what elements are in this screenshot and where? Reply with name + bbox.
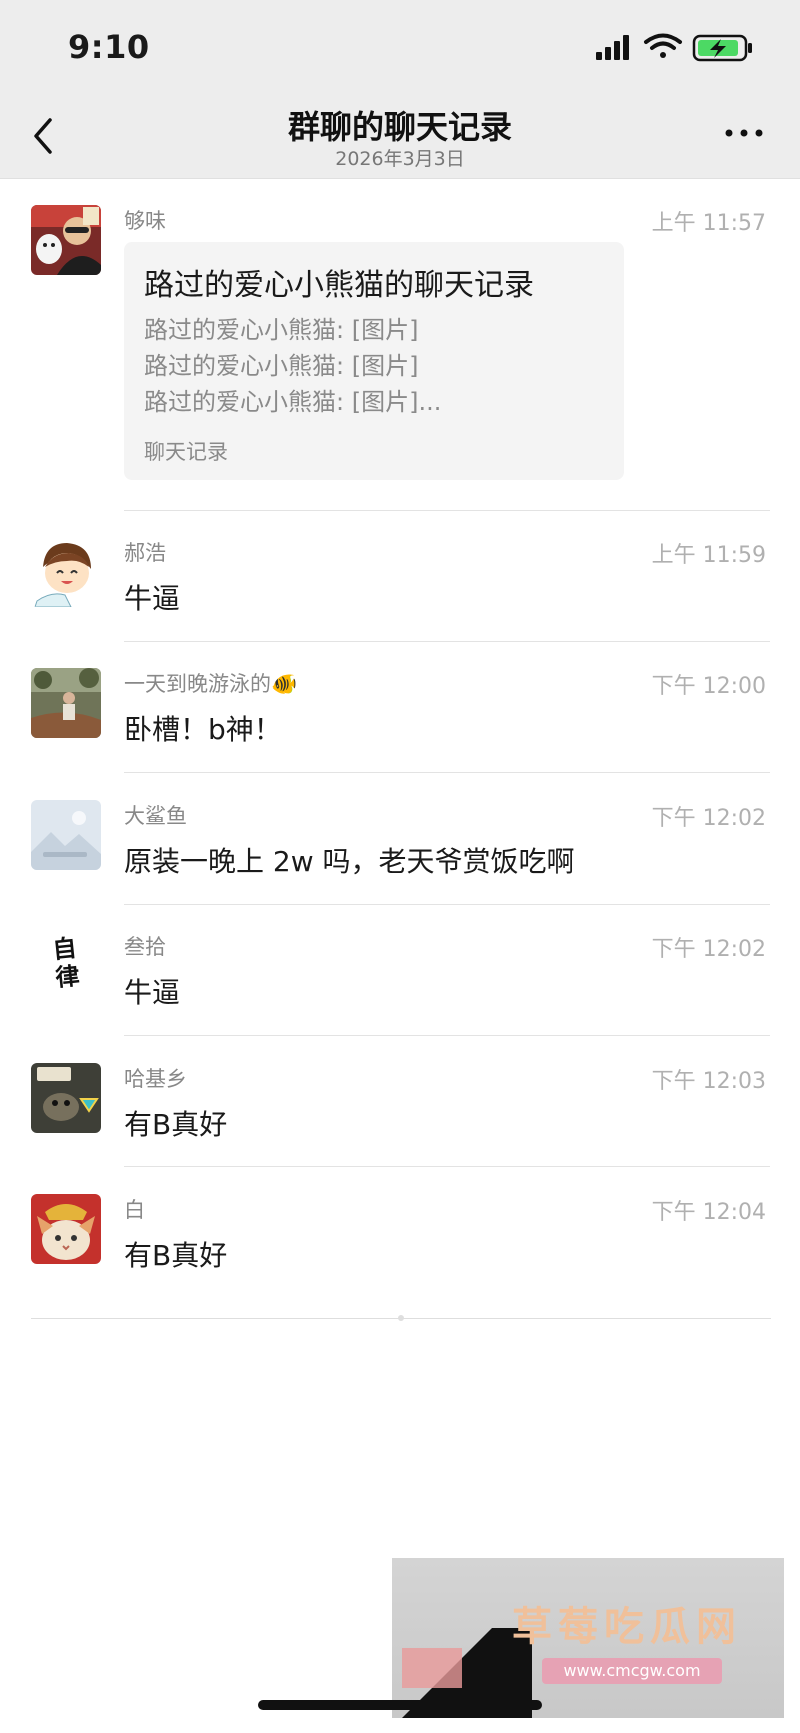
status-bar: 9:10 xyxy=(0,0,800,96)
cellular-signal-icon xyxy=(596,35,629,60)
avatar-calligraphy: 自律 xyxy=(51,932,81,993)
sender-name: 大鲨鱼 xyxy=(124,804,187,828)
divider xyxy=(124,1166,770,1167)
message-time: 下午 12:02 xyxy=(651,806,766,831)
message-time: 下午 12:04 xyxy=(651,1200,766,1225)
avatar[interactable]: 自律 xyxy=(31,931,101,1001)
nav-bar: 群聊的聊天记录 2026年3月3日 xyxy=(0,96,800,179)
sender-name: 郝浩 xyxy=(124,541,166,565)
avatar[interactable] xyxy=(31,1063,101,1133)
avatar[interactable] xyxy=(31,668,101,738)
divider xyxy=(124,904,770,905)
chat-record-line: 路过的爱心小熊猫: [图片] xyxy=(144,316,419,344)
wifi-icon xyxy=(644,33,682,58)
avatar[interactable] xyxy=(31,205,101,275)
sender-name: 够味 xyxy=(124,209,166,233)
chat-record-line: 路过的爱心小熊猫: [图片] xyxy=(144,352,419,380)
sender-name: 哈基乡 xyxy=(124,1067,187,1091)
chat-record-card[interactable]: 路过的爱心小熊猫的聊天记录 路过的爱心小熊猫: [图片] 路过的爱心小熊猫: [… xyxy=(124,242,624,480)
chat-record-line: 路过的爱心小熊猫: [图片]... xyxy=(144,388,442,416)
page-title: 群聊的聊天记录 xyxy=(287,108,512,146)
message-text: 有B真好 xyxy=(124,1239,228,1272)
message-time: 下午 12:00 xyxy=(651,674,766,699)
status-icons xyxy=(596,33,752,62)
message-text: 卧槽！b神！ xyxy=(124,713,282,746)
message-text: 牛逼 xyxy=(124,582,181,615)
chat-record-label: 聊天记录 xyxy=(144,440,228,464)
message-text: 原装一晚上 2w 吗，老天爷赏饭吃啊 xyxy=(124,845,575,878)
list-end-dot xyxy=(398,1315,404,1321)
avatar[interactable] xyxy=(31,800,101,870)
divider xyxy=(124,1035,770,1036)
watermark: 草莓吃瓜网 www.cmcgw.com xyxy=(392,1558,784,1718)
message-text: 牛逼 xyxy=(124,976,181,1009)
sender-name: 一天到晚游泳的🐠 xyxy=(124,672,298,696)
sender-name: 叁拾 xyxy=(124,935,166,959)
message-time: 下午 12:03 xyxy=(651,1069,766,1094)
watermark-title: 草莓吃瓜网 xyxy=(512,1604,742,1650)
sender-name: 白 xyxy=(124,1198,145,1222)
avatar[interactable] xyxy=(31,537,101,607)
watermark-url: www.cmcgw.com xyxy=(542,1658,722,1684)
message-time: 上午 11:57 xyxy=(651,211,766,236)
divider xyxy=(124,510,770,511)
message-time: 上午 11:59 xyxy=(651,543,766,568)
message-time: 下午 12:02 xyxy=(651,937,766,962)
page-date: 2026年3月3日 xyxy=(335,148,465,170)
status-time: 9:10 xyxy=(68,28,150,66)
avatar[interactable] xyxy=(31,1194,101,1264)
home-indicator[interactable] xyxy=(258,1700,542,1710)
more-options-icon[interactable] xyxy=(724,126,764,140)
battery-charging-icon xyxy=(692,34,752,62)
message-text: 有B真好 xyxy=(124,1108,228,1141)
divider xyxy=(124,772,770,773)
chat-record-title: 路过的爱心小熊猫的聊天记录 xyxy=(144,268,534,303)
divider xyxy=(124,641,770,642)
